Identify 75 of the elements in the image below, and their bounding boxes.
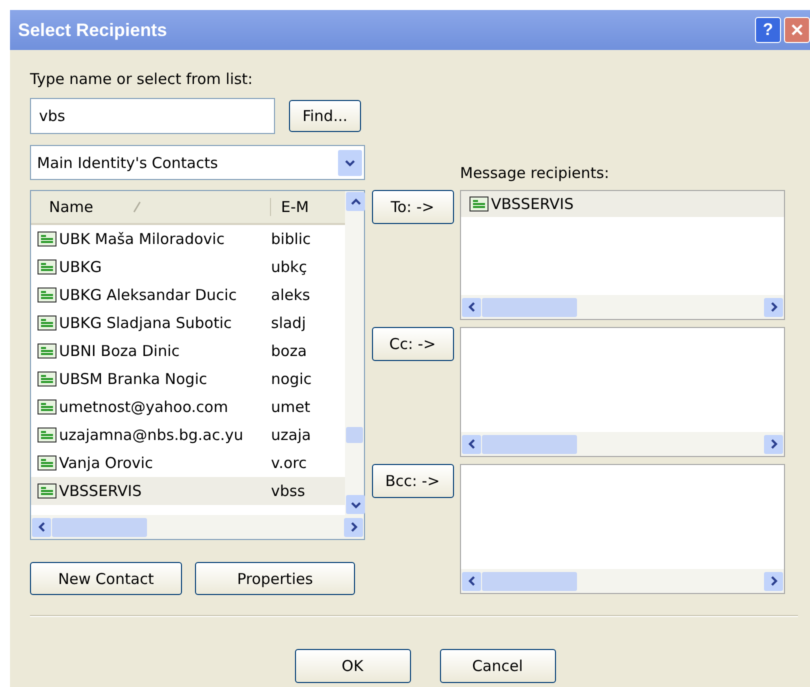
contact-card-icon: [37, 455, 57, 471]
contact-email: biblic: [270, 230, 311, 248]
contact-row[interactable]: umetnost@yahoo.com umet: [31, 393, 345, 421]
scrollbar-thumb[interactable]: [52, 518, 147, 536]
contact-card-icon: [37, 483, 57, 499]
sort-icon: [133, 201, 142, 213]
contact-card-icon: [37, 371, 57, 387]
scrollbar-thumb[interactable]: [482, 434, 577, 454]
recipient-name: VBSSERVIS: [491, 195, 574, 213]
ok-button[interactable]: OK: [294, 649, 410, 683]
scroll-right-button[interactable]: [764, 298, 783, 316]
contact-card-icon: [37, 231, 57, 247]
help-button[interactable]: ?: [755, 17, 781, 43]
scroll-down-button[interactable]: [346, 495, 365, 514]
recipient-entry[interactable]: VBSSERVIS: [461, 191, 784, 217]
scrollbar-thumb[interactable]: [482, 572, 577, 590]
contact-name: uzajamna@nbs.bg.ac.yu: [59, 426, 244, 444]
contact-card-icon: [37, 259, 57, 275]
scroll-left-button[interactable]: [462, 434, 481, 454]
find-button[interactable]: Find...: [289, 100, 361, 132]
search-label: Type name or select from list:: [30, 70, 254, 89]
contact-row[interactable]: uzajamna@nbs.bg.ac.yu uzaja: [31, 421, 345, 449]
contact-email: uzaja: [270, 426, 311, 444]
contact-email: vbss: [270, 482, 306, 500]
contact-email: nogic: [270, 370, 312, 388]
add-recipient-button[interactable]: To: ->: [372, 190, 454, 224]
contact-card-icon: [37, 427, 57, 443]
contact-name: VBSSERVIS: [59, 482, 142, 500]
contact-card-icon: [37, 343, 57, 359]
scroll-left-button[interactable]: [462, 298, 481, 316]
contact-name: umetnost@yahoo.com: [59, 398, 228, 416]
scroll-left-button[interactable]: [462, 572, 481, 590]
column-header[interactable]: Name: [49, 198, 94, 216]
scrollbar-thumb[interactable]: [482, 298, 577, 316]
contact-email: v.orc: [270, 454, 307, 472]
contact-name: UBKG Sladjana Subotic: [59, 314, 232, 332]
contact-name: UBKG: [59, 258, 102, 276]
contact-card-icon: [37, 315, 57, 331]
contact-email: aleks: [270, 286, 310, 304]
search-field[interactable]: vbs: [30, 98, 275, 134]
window-title: Select Recipients: [18, 20, 168, 40]
contact-row[interactable]: VBSSERVIS vbss: [31, 477, 345, 505]
contact-email: ubkç: [270, 258, 307, 276]
new-contact-button[interactable]: New Contact: [30, 562, 182, 595]
scroll-right-button[interactable]: [764, 572, 783, 590]
scroll-right-button[interactable]: [344, 518, 363, 536]
recipients-label: Message recipients:: [460, 164, 610, 183]
scroll-left-button[interactable]: [32, 518, 51, 536]
contact-card-icon: [469, 196, 489, 212]
contact-name: UBKG Aleksandar Ducic: [59, 286, 237, 304]
add-recipient-button[interactable]: Bcc: ->: [372, 464, 454, 498]
contact-row[interactable]: Vanja Orovic v.orc: [31, 449, 345, 477]
contact-card-icon: [37, 287, 57, 303]
address-book-dropdown[interactable]: Main Identity's Contacts: [30, 145, 365, 180]
contact-name: UBK Maša Miloradovic: [59, 230, 225, 248]
cancel-button[interactable]: Cancel: [440, 649, 556, 683]
scroll-right-button[interactable]: [764, 434, 783, 454]
contact-row[interactable]: UBKG ubkç: [31, 253, 345, 281]
contact-row[interactable]: UBNI Boza Dinic boza: [31, 337, 345, 365]
column-header[interactable]: E-M: [271, 198, 309, 216]
contact-row[interactable]: UBKG Sladjana Subotic sladj: [31, 309, 345, 337]
scroll-up-button[interactable]: [346, 192, 365, 211]
properties-button[interactable]: Properties: [195, 562, 355, 595]
contact-row[interactable]: UBSM Branka Nogic nogic: [31, 365, 345, 393]
contact-row[interactable]: UBKG Aleksandar Ducic aleks: [31, 281, 345, 309]
contact-email: umet: [270, 398, 310, 416]
contact-name: Vanja Orovic: [59, 454, 154, 472]
contact-card-icon: [37, 399, 57, 415]
contact-name: UBSM Branka Nogic: [59, 370, 208, 388]
contact-email: sladj: [270, 314, 306, 332]
contact-name: UBNI Boza Dinic: [59, 342, 180, 360]
contact-row[interactable]: UBK Maša Miloradovic biblic: [31, 225, 345, 253]
scrollbar-thumb[interactable]: [346, 427, 363, 443]
add-recipient-button[interactable]: Cc: ->: [372, 327, 454, 361]
contact-email: boza: [270, 342, 307, 360]
